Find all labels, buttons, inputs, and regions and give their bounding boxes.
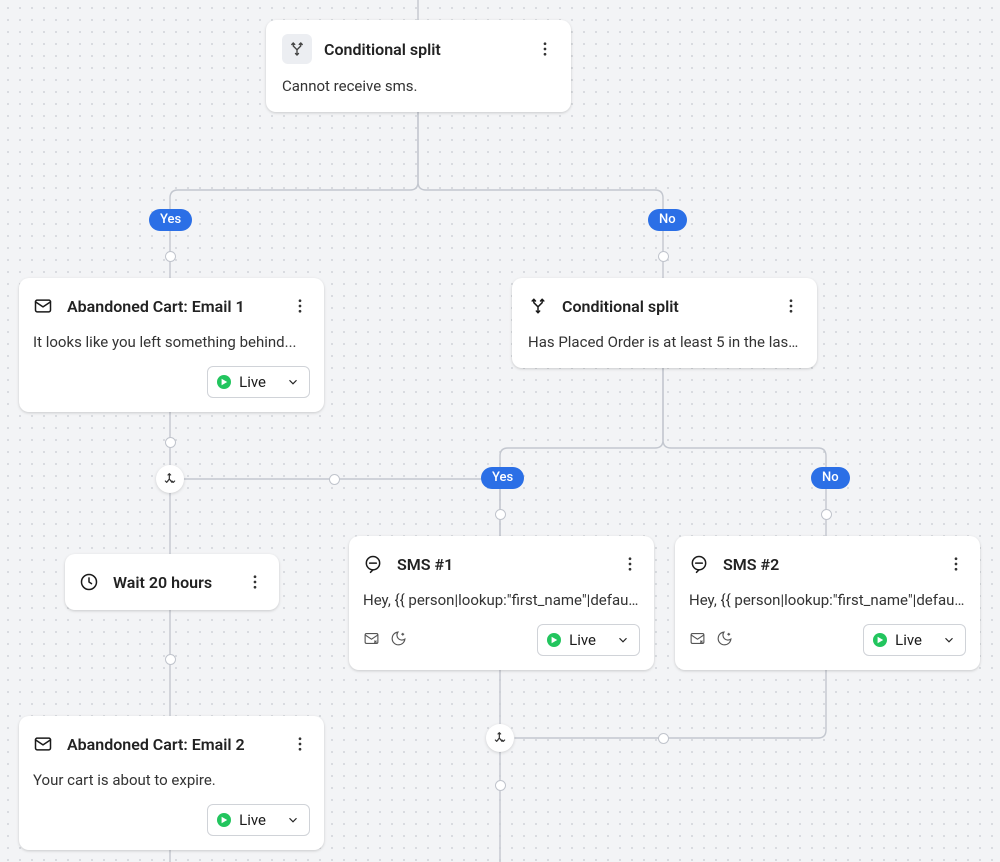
- more-button[interactable]: [781, 292, 801, 320]
- sms-icon: [363, 554, 383, 574]
- chevron-down-icon: [286, 813, 300, 827]
- port: [329, 474, 340, 485]
- status-label: Live: [895, 631, 922, 649]
- more-button[interactable]: [620, 550, 640, 578]
- more-button[interactable]: [946, 550, 966, 578]
- node-title: SMS #2: [723, 555, 779, 574]
- status-label: Live: [239, 373, 266, 391]
- chevron-down-icon: [942, 633, 956, 647]
- port: [165, 654, 176, 665]
- smart-send-icon[interactable]: [689, 630, 706, 651]
- node-title: SMS #1: [397, 555, 453, 574]
- status-label: Live: [569, 631, 596, 649]
- status-select[interactable]: Live: [863, 624, 966, 656]
- node-conditional-split-root[interactable]: Conditional split Cannot receive sms.: [266, 20, 571, 112]
- status-select[interactable]: Live: [207, 804, 310, 836]
- branch-label-yes: Yes: [149, 209, 192, 231]
- node-sms-2[interactable]: SMS #2 Hey, {{ person|lookup:"first_name…: [675, 536, 980, 670]
- node-description: Cannot receive sms.: [282, 76, 555, 96]
- port: [495, 509, 506, 520]
- node-title: Abandoned Cart: Email 1: [67, 297, 245, 316]
- branch-label-yes: Yes: [481, 467, 524, 489]
- node-wait[interactable]: Wait 20 hours: [65, 554, 279, 610]
- node-title: Conditional split: [324, 40, 441, 59]
- status-select[interactable]: Live: [207, 366, 310, 398]
- port: [821, 509, 832, 520]
- node-sms-1[interactable]: SMS #1 Hey, {{ person|lookup:"first_name…: [349, 536, 654, 670]
- merge-node[interactable]: [486, 724, 514, 752]
- more-button[interactable]: [290, 730, 310, 758]
- node-description: Your cart is about to expire.: [33, 770, 310, 790]
- quiet-hours-icon[interactable]: [390, 630, 407, 651]
- status-label: Live: [239, 811, 266, 829]
- clock-icon: [79, 572, 99, 592]
- merge-icon: [492, 730, 508, 746]
- smart-send-icon[interactable]: [363, 630, 380, 651]
- branch-label-no: No: [648, 209, 687, 231]
- mail-icon: [33, 734, 53, 754]
- more-button[interactable]: [245, 568, 265, 596]
- more-button[interactable]: [535, 35, 555, 63]
- port: [658, 251, 669, 262]
- node-description: Has Placed Order is at least 5 in the la…: [528, 332, 801, 352]
- node-email-1[interactable]: Abandoned Cart: Email 1 It looks like yo…: [19, 278, 324, 412]
- node-email-2[interactable]: Abandoned Cart: Email 2 Your cart is abo…: [19, 716, 324, 850]
- port: [165, 251, 176, 262]
- merge-icon: [162, 471, 178, 487]
- port: [495, 780, 506, 791]
- split-icon: [282, 34, 312, 64]
- port: [658, 733, 669, 744]
- node-conditional-split-2[interactable]: Conditional split Has Placed Order is at…: [512, 278, 817, 368]
- more-button[interactable]: [290, 292, 310, 320]
- node-description: Hey, {{ person|lookup:"first_name"|defau…: [689, 590, 966, 610]
- chevron-down-icon: [616, 633, 630, 647]
- status-select[interactable]: Live: [537, 624, 640, 656]
- node-title: Wait 20 hours: [113, 573, 212, 592]
- node-description: Hey, {{ person|lookup:"first_name"|defau…: [363, 590, 640, 610]
- split-icon: [528, 296, 548, 316]
- mail-icon: [33, 296, 53, 316]
- merge-node[interactable]: [156, 465, 184, 493]
- branch-label-no: No: [811, 467, 850, 489]
- port: [165, 437, 176, 448]
- node-description: It looks like you left something behind.…: [33, 332, 310, 352]
- node-title: Conditional split: [562, 297, 679, 316]
- sms-icon: [689, 554, 709, 574]
- chevron-down-icon: [286, 375, 300, 389]
- quiet-hours-icon[interactable]: [716, 630, 733, 651]
- node-title: Abandoned Cart: Email 2: [67, 735, 245, 754]
